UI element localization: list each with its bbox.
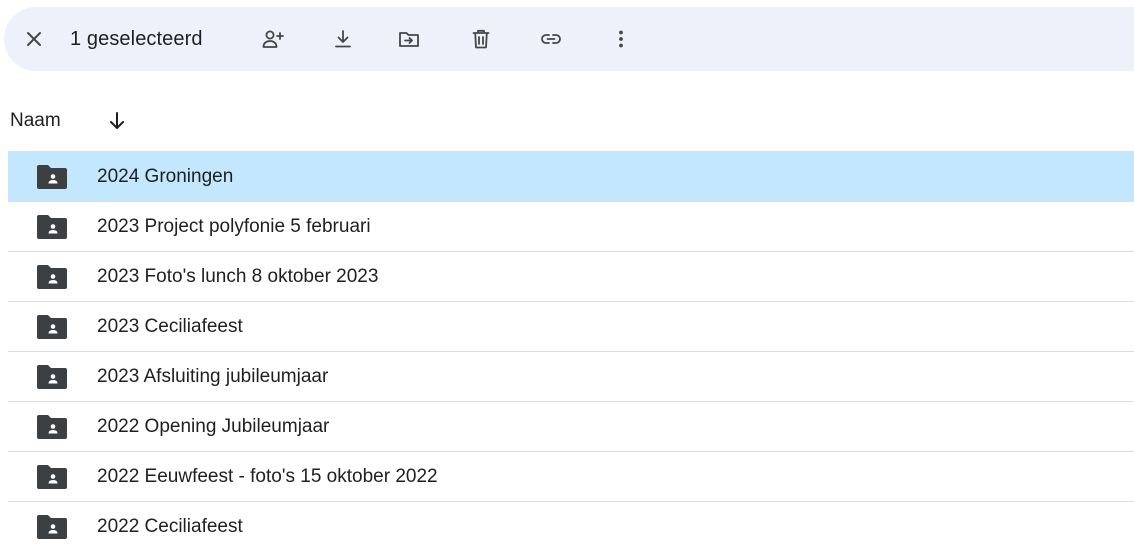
file-name: 2023 Afsluiting jubileumjaar <box>97 366 329 387</box>
move-to-folder-icon <box>399 32 419 47</box>
file-row[interactable]: 2022 Opening Jubileumjaar <box>8 401 1134 451</box>
file-row[interactable]: 2023 Project polyfonie 5 februari <box>8 201 1134 251</box>
download-icon <box>335 30 351 48</box>
file-row[interactable]: 2024 Groningen <box>8 151 1134 201</box>
file-name: 2023 Ceciliafeest <box>97 316 243 337</box>
clear-selection-button[interactable] <box>14 19 54 59</box>
file-row[interactable]: 2023 Afsluiting jubileumjaar <box>8 351 1134 401</box>
shared-folder-icon <box>37 415 67 439</box>
shared-folder-icon <box>37 465 67 489</box>
arrow-down-icon <box>110 112 124 129</box>
file-row[interactable]: 2022 Ceciliafeest <box>8 501 1134 551</box>
shared-folder-icon <box>37 315 67 339</box>
file-row[interactable]: 2023 Ceciliafeest <box>8 301 1134 351</box>
share-person-add-icon <box>262 30 284 48</box>
more-vert-icon <box>619 30 623 48</box>
shared-folder-icon <box>37 265 67 289</box>
close-icon <box>27 32 41 46</box>
trash-icon <box>472 29 490 49</box>
file-name: 2022 Ceciliafeest <box>97 516 243 537</box>
file-name: 2023 Foto's lunch 8 oktober 2023 <box>97 266 379 287</box>
delete-button[interactable] <box>461 19 501 59</box>
selection-count: 1 geselecteerd <box>70 28 203 50</box>
download-button[interactable] <box>323 19 363 59</box>
sort-direction-button[interactable] <box>101 105 133 137</box>
share-button[interactable] <box>253 19 293 59</box>
file-row[interactable]: 2023 Foto's lunch 8 oktober 2023 <box>8 251 1134 301</box>
file-row[interactable]: 2022 Eeuwfeest - foto's 15 oktober 2022 <box>8 451 1134 501</box>
name-column-header[interactable]: Naam <box>10 110 61 132</box>
shared-folder-icon <box>37 365 67 389</box>
copy-link-button[interactable] <box>531 19 571 59</box>
more-actions-button[interactable] <box>601 19 641 59</box>
move-button[interactable] <box>389 19 429 59</box>
list-header: Naam <box>0 100 1134 150</box>
shared-folder-icon <box>37 215 67 239</box>
file-name: 2024 Groningen <box>97 166 234 187</box>
selection-toolbar: 1 geselecteerd <box>4 7 1134 71</box>
file-name: 2023 Project polyfonie 5 februari <box>97 216 371 237</box>
link-icon <box>541 34 561 44</box>
file-name: 2022 Opening Jubileumjaar <box>97 416 330 437</box>
file-name: 2022 Eeuwfeest - foto's 15 oktober 2022 <box>97 466 438 487</box>
file-list: 2024 Groningen 2023 Project polyfonie 5 … <box>8 151 1134 551</box>
shared-folder-icon <box>37 515 67 539</box>
shared-folder-icon <box>37 165 67 189</box>
